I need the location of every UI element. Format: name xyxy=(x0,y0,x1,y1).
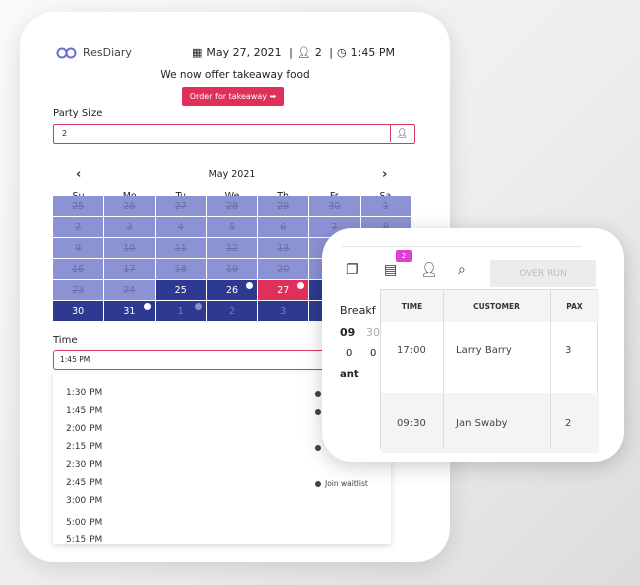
calendar-day[interactable]: 30 xyxy=(53,301,104,321)
calendar-day: 9 xyxy=(53,238,104,258)
time-label: Time xyxy=(53,335,78,346)
calendar-day: 11 xyxy=(155,238,206,258)
bookings-panel: Breakf 09 30 0 0 ant ❐ ▤ 2 👤︎ ⌕ OVER RUN… xyxy=(322,228,624,462)
time-option[interactable]: 1:45 PM xyxy=(66,406,102,416)
calendar-day: 6 xyxy=(258,217,309,237)
calendar-day[interactable]: 25 xyxy=(155,280,206,300)
col-customer: CUSTOMER xyxy=(443,290,550,322)
clock-icon xyxy=(315,391,321,397)
party-size-input[interactable]: 2 👤︎ xyxy=(53,124,415,144)
person-icon: 👤︎ xyxy=(296,46,311,59)
next-month-button[interactable]: › xyxy=(382,167,387,182)
row-pax: 3 xyxy=(565,345,572,356)
calendar-day[interactable]: 3 xyxy=(258,301,309,321)
list-icon[interactable]: ▤ xyxy=(384,262,397,278)
calendar-day: 18 xyxy=(155,259,206,279)
calendar-day: 5 xyxy=(206,217,258,237)
calendar-day: 13 xyxy=(258,238,309,258)
time-option[interactable]: 2:30 PM xyxy=(66,460,102,470)
join-waitlist-link[interactable]: Join waitlist xyxy=(315,479,368,488)
calendar-day: 24 xyxy=(104,280,155,300)
row-customer[interactable]: Jan Swaby xyxy=(456,418,508,429)
remove-user-icon[interactable]: 👤︎ xyxy=(420,262,438,278)
calendar-day: 16 xyxy=(53,259,104,279)
time-option[interactable]: 2:00 PM xyxy=(66,424,102,434)
calendar-icon: ▦ xyxy=(192,46,203,59)
calendar-day: 26 xyxy=(104,196,155,216)
row-customer[interactable]: Larry Barry xyxy=(456,345,512,356)
calendar-day[interactable]: 26 xyxy=(206,280,258,300)
search-icon[interactable]: ⌕ xyxy=(458,262,466,278)
clock-icon xyxy=(315,409,321,415)
time-option[interactable]: 5:15 PM xyxy=(66,535,102,544)
calendar-day: 27 xyxy=(155,196,206,216)
calendar-day: 29 xyxy=(258,196,309,216)
calendar-day: 3 xyxy=(104,217,155,237)
clock-icon xyxy=(315,445,321,451)
time-option[interactable]: 5:00 PM xyxy=(66,518,102,528)
party-size-label: Party Size xyxy=(53,108,103,119)
row-time[interactable]: 09:30 xyxy=(397,418,426,429)
notification-badge: 2 xyxy=(396,250,412,262)
calendar-day[interactable]: 31 xyxy=(104,301,155,321)
promo-text: We now offer takeaway food xyxy=(160,69,310,81)
clock-icon xyxy=(297,282,305,289)
clock-icon: ◷ xyxy=(337,46,347,59)
calendar-day: 17 xyxy=(104,259,155,279)
time-option[interactable]: 3:00 PM xyxy=(66,496,102,506)
col-time: TIME xyxy=(381,290,443,322)
calendar-day: 25 xyxy=(53,196,104,216)
row-time[interactable]: 17:00 xyxy=(397,345,426,356)
booking-summary: ▦ May 27, 2021 | 👤︎ 2 | ◷ 1:45 PM xyxy=(192,46,395,59)
resdiary-logo: ResDiary xyxy=(56,46,132,59)
clock-icon xyxy=(315,480,321,487)
order-takeaway-button[interactable]: Order for takeaway ➡ xyxy=(182,87,284,106)
calendar-day[interactable]: 2 xyxy=(206,301,258,321)
calendar-day[interactable]: 27 xyxy=(258,280,309,300)
calendar-day: 12 xyxy=(206,238,258,258)
clock-icon xyxy=(143,303,151,310)
clock-icon xyxy=(194,303,202,310)
row-pax: 2 xyxy=(565,418,572,429)
time-option[interactable]: 2:45 PM xyxy=(66,478,102,488)
calendar-day: 20 xyxy=(258,259,309,279)
calendar-day: 23 xyxy=(53,280,104,300)
logo-icon xyxy=(56,47,77,58)
bookings-table: TIME CUSTOMER PAX 17:00 Larry Barry 3 09… xyxy=(380,289,599,453)
calendar-day[interactable]: 1 xyxy=(155,301,206,321)
month-title: May 2021 xyxy=(208,169,256,180)
copy-icon[interactable]: ❐ xyxy=(346,262,359,278)
calendar-day: 1 xyxy=(360,196,411,216)
calendar-day: 2 xyxy=(53,217,104,237)
calendar-day: 30 xyxy=(309,196,360,216)
calendar-day: 4 xyxy=(155,217,206,237)
over-run-button[interactable]: OVER RUN xyxy=(490,260,596,287)
col-pax: PAX xyxy=(550,290,599,322)
calendar-day: 10 xyxy=(104,238,155,258)
time-option[interactable]: 1:30 PM xyxy=(66,388,102,398)
calendar-day: 28 xyxy=(206,196,258,216)
clock-icon xyxy=(246,282,254,289)
calendar-day: 19 xyxy=(206,259,258,279)
person-icon[interactable]: 👤︎ xyxy=(390,125,414,142)
time-option[interactable]: 2:15 PM xyxy=(66,442,102,452)
